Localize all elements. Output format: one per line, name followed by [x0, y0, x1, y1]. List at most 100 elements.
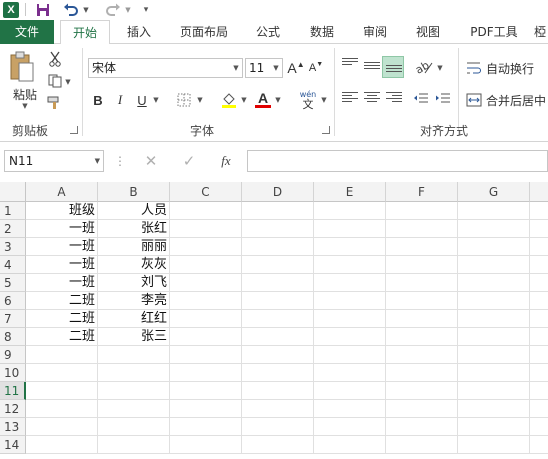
paste-button-label[interactable]: 粘贴 [8, 86, 42, 102]
cell-g8[interactable] [458, 328, 530, 346]
paste-icon[interactable] [8, 50, 36, 84]
cell-c6[interactable] [170, 292, 242, 310]
cell-c12[interactable] [170, 400, 242, 418]
column-header-a[interactable]: A [26, 182, 98, 202]
font-color-dropdown-icon[interactable]: ▼ [274, 96, 282, 104]
insert-function-button[interactable]: fx [214, 152, 238, 170]
cell-c5[interactable] [170, 274, 242, 292]
align-left-icon[interactable] [342, 92, 358, 104]
cell-c1[interactable] [170, 202, 242, 220]
cell-f10[interactable] [386, 364, 458, 382]
cell-g9[interactable] [458, 346, 530, 364]
cell-f11[interactable] [386, 382, 458, 400]
enter-icon[interactable]: ✓ [178, 152, 200, 170]
cell-f5[interactable] [386, 274, 458, 292]
cell-a8[interactable]: 二班 [26, 328, 98, 346]
row-header-3[interactable]: 3 [0, 238, 26, 256]
cell-b13[interactable] [98, 418, 170, 436]
underline-dropdown-icon[interactable]: ▼ [152, 96, 160, 104]
cell-overflow[interactable] [530, 346, 548, 364]
cell-g13[interactable] [458, 418, 530, 436]
cell-e13[interactable] [314, 418, 386, 436]
cell-c8[interactable] [170, 328, 242, 346]
cell-a6[interactable]: 二班 [26, 292, 98, 310]
cell-c13[interactable] [170, 418, 242, 436]
tab-data[interactable]: 数据 [300, 20, 344, 44]
cell-a12[interactable] [26, 400, 98, 418]
cell-b14[interactable] [98, 436, 170, 454]
cell-a9[interactable] [26, 346, 98, 364]
tab-insert[interactable]: 插入 [117, 20, 161, 44]
column-header-overflow[interactable] [530, 182, 548, 202]
cell-a14[interactable] [26, 436, 98, 454]
column-header-d[interactable]: D [242, 182, 314, 202]
cell-f1[interactable] [386, 202, 458, 220]
cell-overflow[interactable] [530, 364, 548, 382]
bold-button[interactable]: B [90, 90, 106, 110]
select-all-corner[interactable] [0, 182, 26, 202]
redo-dropdown-icon[interactable]: ▼ [124, 1, 132, 19]
cell-d9[interactable] [242, 346, 314, 364]
cell-b2[interactable]: 张红 [98, 220, 170, 238]
cell-e1[interactable] [314, 202, 386, 220]
phonetic-button[interactable]: wén 文 [296, 88, 320, 112]
cell-b9[interactable] [98, 346, 170, 364]
copy-icon[interactable] [46, 72, 64, 90]
orientation-icon[interactable]: ab [414, 58, 434, 76]
cell-b3[interactable]: 丽丽 [98, 238, 170, 256]
cell-b5[interactable]: 刘飞 [98, 274, 170, 292]
column-header-e[interactable]: E [314, 182, 386, 202]
row-header-11[interactable]: 11 [0, 382, 26, 400]
cell-e14[interactable] [314, 436, 386, 454]
align-center-icon[interactable] [364, 92, 380, 104]
cell-a2[interactable]: 一班 [26, 220, 98, 238]
tab-home[interactable]: 开始 [60, 20, 110, 45]
column-header-c[interactable]: C [170, 182, 242, 202]
row-header-2[interactable]: 2 [0, 220, 26, 238]
row-header-1[interactable]: 1 [0, 202, 26, 220]
underline-button[interactable]: U [134, 90, 150, 110]
name-box[interactable]: N11 ▼ [4, 150, 104, 172]
cell-d10[interactable] [242, 364, 314, 382]
cell-overflow[interactable] [530, 256, 548, 274]
paste-dropdown-icon[interactable]: ▼ [20, 102, 30, 110]
row-header-10[interactable]: 10 [0, 364, 26, 382]
cell-b4[interactable]: 灰灰 [98, 256, 170, 274]
phonetic-dropdown-icon[interactable]: ▼ [320, 96, 328, 104]
undo-dropdown-icon[interactable]: ▼ [82, 1, 90, 19]
cell-a1[interactable]: 班级 [26, 202, 98, 220]
cell-g7[interactable] [458, 310, 530, 328]
cell-overflow[interactable] [530, 202, 548, 220]
row-header-12[interactable]: 12 [0, 400, 26, 418]
cell-c9[interactable] [170, 346, 242, 364]
font-size-dropdown-icon[interactable]: ▼ [270, 59, 282, 77]
cell-d1[interactable] [242, 202, 314, 220]
cell-g11[interactable] [458, 382, 530, 400]
tab-file[interactable]: 文件 [0, 20, 54, 44]
formula-input[interactable] [247, 150, 548, 172]
tab-page-layout[interactable]: 页面布局 [170, 20, 238, 44]
cell-b7[interactable]: 红红 [98, 310, 170, 328]
cell-c11[interactable] [170, 382, 242, 400]
cell-f13[interactable] [386, 418, 458, 436]
cell-e4[interactable] [314, 256, 386, 274]
align-bottom-button[interactable] [382, 56, 404, 78]
italic-button[interactable]: I [112, 90, 128, 110]
cell-d8[interactable] [242, 328, 314, 346]
cell-b10[interactable] [98, 364, 170, 382]
cell-e2[interactable] [314, 220, 386, 238]
cell-c3[interactable] [170, 238, 242, 256]
cell-e5[interactable] [314, 274, 386, 292]
cell-f3[interactable] [386, 238, 458, 256]
cell-e11[interactable] [314, 382, 386, 400]
cell-c10[interactable] [170, 364, 242, 382]
row-header-8[interactable]: 8 [0, 328, 26, 346]
cell-g3[interactable] [458, 238, 530, 256]
borders-icon[interactable] [176, 92, 192, 108]
column-header-b[interactable]: B [98, 182, 170, 202]
cell-overflow[interactable] [530, 400, 548, 418]
copy-dropdown-icon[interactable]: ▼ [64, 78, 72, 86]
grow-font-button[interactable]: A ▲ [287, 58, 304, 78]
cell-overflow[interactable] [530, 220, 548, 238]
cell-f12[interactable] [386, 400, 458, 418]
